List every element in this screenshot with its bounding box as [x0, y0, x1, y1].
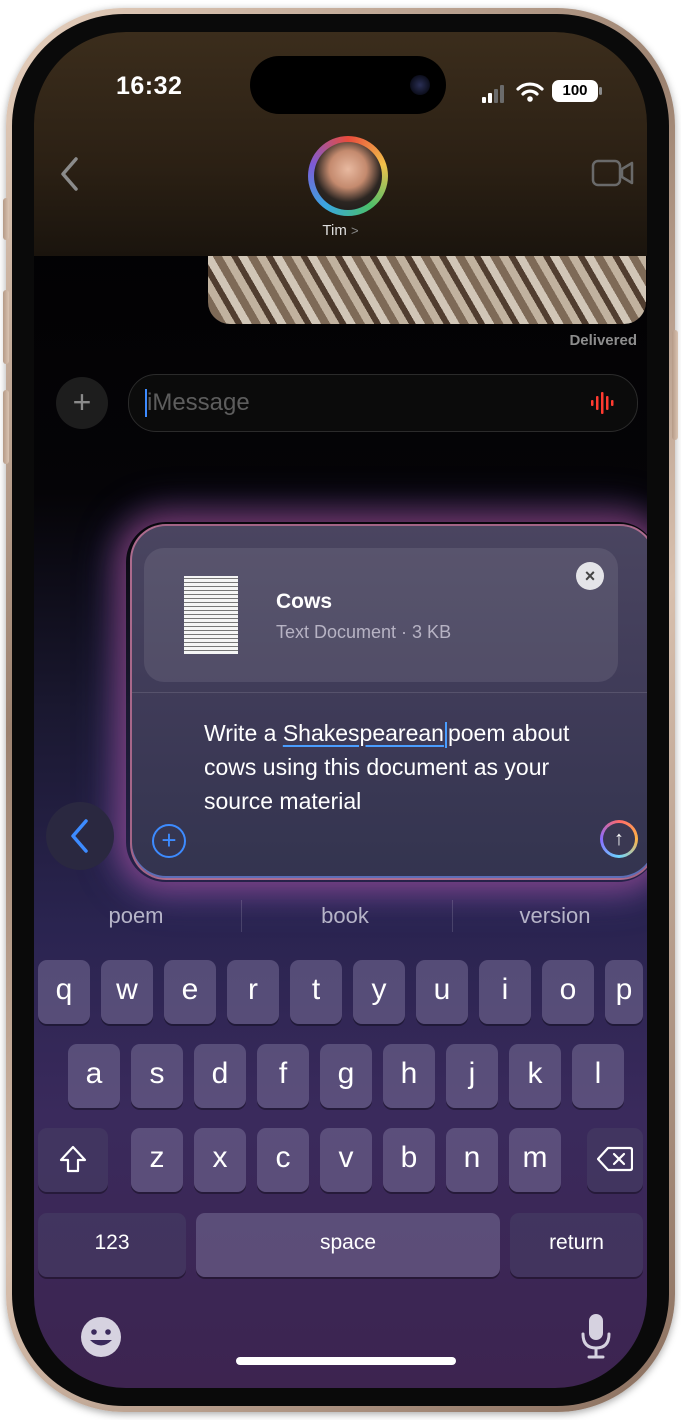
power-button: [672, 330, 678, 440]
key-j[interactable]: j: [446, 1044, 498, 1108]
battery-indicator: 100: [552, 80, 598, 102]
send-arrow-icon: ↑: [603, 823, 635, 855]
suggestion-item[interactable]: version: [453, 894, 647, 938]
prompt-start: Write a: [204, 720, 283, 746]
signal-icon: [482, 85, 504, 103]
video-icon[interactable]: [591, 158, 635, 188]
key-w[interactable]: w: [101, 960, 153, 1024]
document-thumbnail: [178, 570, 244, 660]
contact-chevron: >: [351, 223, 359, 238]
key-k[interactable]: k: [509, 1044, 561, 1108]
close-icon[interactable]: ×: [576, 562, 604, 590]
contact-avatar[interactable]: [308, 136, 388, 216]
key-i[interactable]: i: [479, 960, 531, 1024]
send-button[interactable]: ↑: [600, 820, 638, 858]
key-m[interactable]: m: [509, 1128, 561, 1192]
key-n[interactable]: n: [446, 1128, 498, 1192]
key-s[interactable]: s: [131, 1044, 183, 1108]
message-placeholder: iMessage: [147, 389, 250, 416]
key-u[interactable]: u: [416, 960, 468, 1024]
waveform-icon[interactable]: [589, 391, 619, 415]
apps-plus-button[interactable]: +: [56, 377, 108, 429]
key-a[interactable]: a: [68, 1044, 120, 1108]
battery-tip: [599, 87, 602, 95]
key-x[interactable]: x: [194, 1128, 246, 1192]
prompt-text[interactable]: Write a Shakespearean poem about cows usi…: [204, 716, 584, 818]
plus-icon: +: [72, 384, 92, 420]
key-h[interactable]: h: [383, 1044, 435, 1108]
key-z[interactable]: z: [131, 1128, 183, 1192]
attachment-card[interactable]: Cows Text Document · 3 KB ×: [144, 548, 618, 682]
suggestion-item[interactable]: poem: [34, 894, 238, 938]
delete-icon: [596, 1146, 634, 1172]
key-t[interactable]: t: [290, 960, 342, 1024]
key-e[interactable]: e: [164, 960, 216, 1024]
panel-divider: [132, 692, 647, 693]
volume-up-button: [3, 290, 9, 364]
action-button: [3, 198, 9, 240]
key-o[interactable]: o: [542, 960, 594, 1024]
prompt-highlighted-word: Shakespearean: [282, 720, 444, 746]
space-key[interactable]: space: [196, 1213, 500, 1277]
key-l[interactable]: l: [572, 1044, 624, 1108]
shift-icon: [59, 1145, 87, 1173]
attachment-title: Cows: [276, 590, 333, 613]
suggestion-bar: poem book version: [34, 894, 647, 938]
contact-name[interactable]: Tim >: [34, 222, 647, 239]
key-c[interactable]: c: [257, 1128, 309, 1192]
back-chevron-icon[interactable]: [58, 156, 82, 192]
key-b[interactable]: b: [383, 1128, 435, 1192]
key-v[interactable]: v: [320, 1128, 372, 1192]
key-f[interactable]: f: [257, 1044, 309, 1108]
key-p[interactable]: p: [605, 960, 643, 1024]
avatar-photo: [314, 142, 382, 210]
key-y[interactable]: y: [353, 960, 405, 1024]
back-chevron-icon: [71, 819, 88, 853]
mic-icon[interactable]: [578, 1312, 614, 1362]
key-r[interactable]: r: [227, 960, 279, 1024]
wifi-icon: [516, 82, 544, 102]
message-input[interactable]: iMessage: [128, 374, 638, 432]
suggestion-divider: [241, 900, 242, 932]
screen: 16:32 100 Tim > Delivered + iMessage Cow…: [34, 32, 647, 1388]
key-g[interactable]: g: [320, 1044, 372, 1108]
back-button[interactable]: [46, 802, 114, 870]
front-camera: [410, 75, 430, 95]
contact-name-label: Tim: [322, 222, 347, 239]
numbers-key[interactable]: 123: [38, 1213, 186, 1277]
suggestion-item[interactable]: book: [243, 894, 447, 938]
status-time: 16:32: [116, 72, 183, 100]
attachment-meta: Text Document · 3 KB: [276, 622, 452, 642]
image-message-bubble[interactable]: [208, 256, 646, 324]
key-d[interactable]: d: [194, 1044, 246, 1108]
shift-key[interactable]: [38, 1128, 108, 1192]
delivered-status: Delivered: [569, 332, 637, 349]
emoji-icon[interactable]: [78, 1314, 124, 1360]
text-cursor: [444, 721, 447, 748]
writing-tools-panel: Cows Text Document · 3 KB × Write a Shak…: [130, 524, 647, 880]
return-key[interactable]: return: [510, 1213, 643, 1277]
add-icon[interactable]: +: [152, 824, 186, 858]
delete-key[interactable]: [587, 1128, 643, 1192]
key-q[interactable]: q: [38, 960, 90, 1024]
volume-down-button: [3, 390, 9, 464]
home-indicator[interactable]: [236, 1357, 456, 1365]
